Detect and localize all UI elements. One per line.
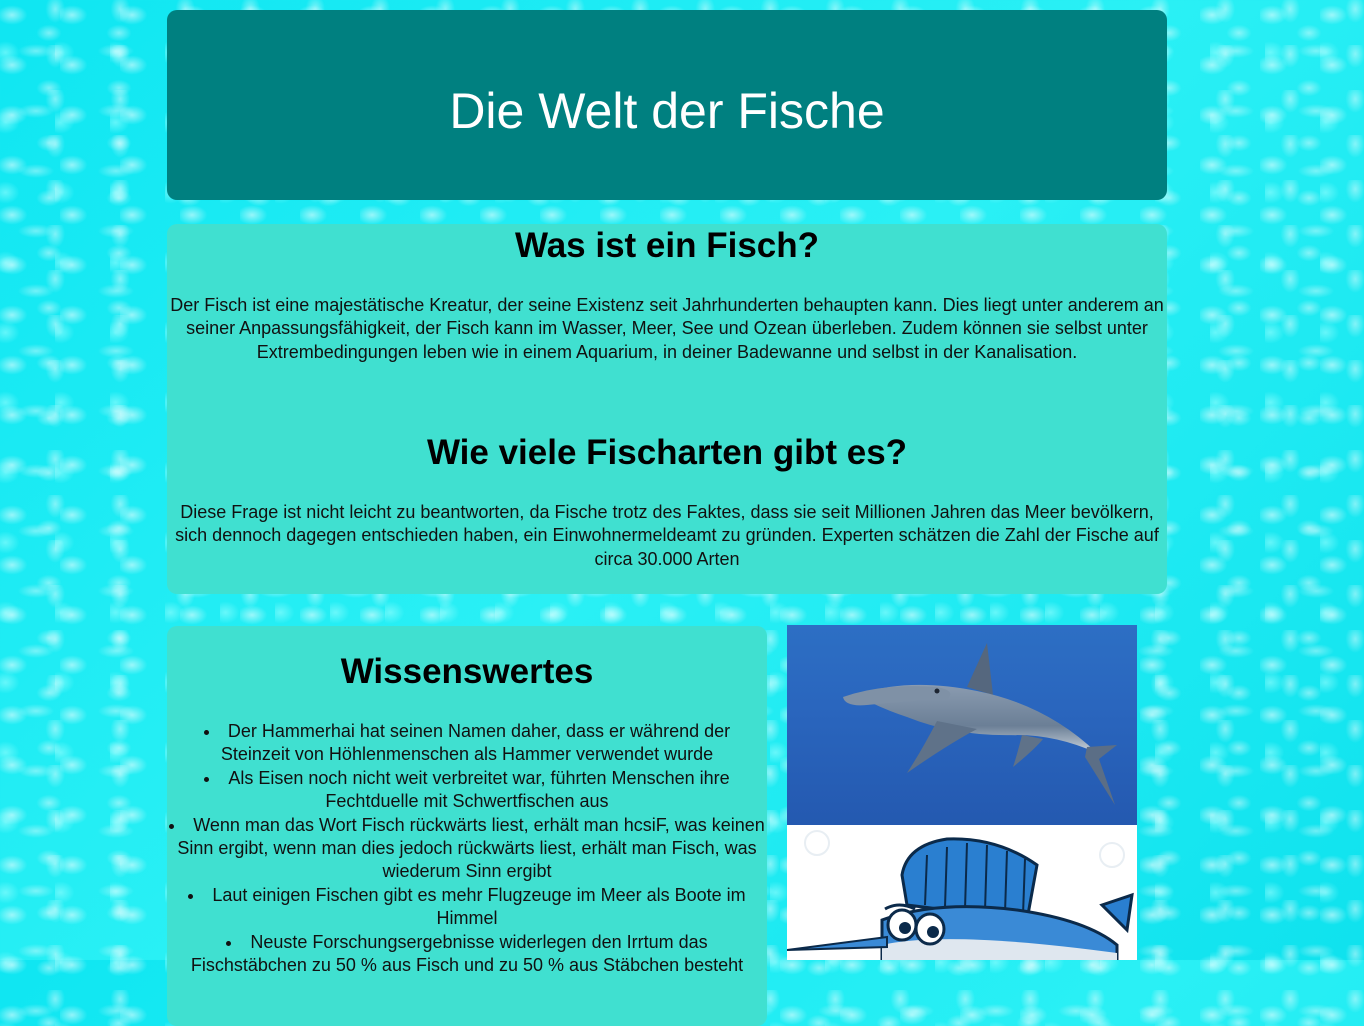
facts-heading: Wissenswertes [340, 652, 594, 691]
facts-list-item: Als Eisen noch nicht weit verbreitet war… [169, 767, 765, 814]
hammerhead-shark-icon [843, 643, 1117, 805]
facts-list-item: Wenn man das Wort Fisch rückwärts liest,… [169, 814, 765, 884]
page-header: Die Welt der Fische [167, 10, 1167, 200]
facts-list: Der Hammerhai hat seinen Namen daher, da… [167, 720, 767, 977]
page-title: Die Welt der Fische [449, 83, 885, 139]
facts-list-item: Laut einigen Fischen gibt es mehr Flugze… [169, 884, 765, 931]
section-heading-species-count: Wie viele Fischarten gibt es? [426, 433, 908, 472]
facts-list-item: Neuste Forschungsergebnisse widerlegen d… [169, 931, 765, 978]
section-text-what-is-fish: Der Fisch ist eine majestätische Kreatur… [170, 295, 1164, 362]
section-heading-what-is-fish: Was ist ein Fisch? [514, 226, 820, 265]
swordfish-cartoon [787, 825, 1137, 960]
facts-panel: Wissenswertes Der Hammerhai hat seinen N… [167, 626, 767, 1026]
hammerhead-shark-photo [787, 625, 1137, 825]
swordfish-icon [787, 830, 1134, 960]
info-panel: Was ist ein Fisch? Der Fisch ist eine ma… [167, 224, 1167, 594]
facts-list-item: Der Hammerhai hat seinen Namen daher, da… [169, 720, 765, 767]
section-text-species-count: Diese Frage ist nicht leicht zu beantwor… [175, 502, 1159, 569]
